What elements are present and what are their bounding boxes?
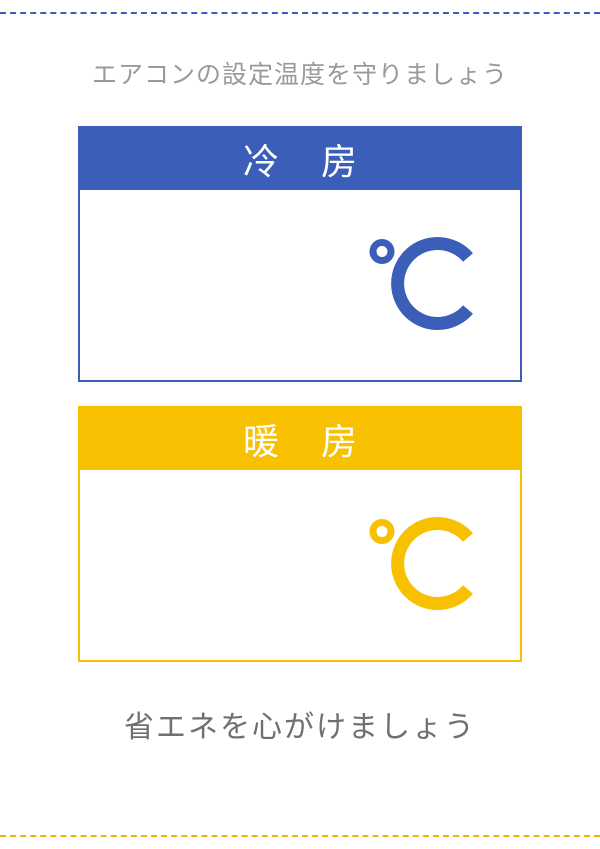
cooling-card: 冷 房	[78, 126, 522, 382]
celsius-icon	[364, 508, 484, 623]
celsius-icon	[364, 228, 484, 343]
heating-card-body	[80, 470, 520, 660]
heating-card: 暖 房	[78, 406, 522, 662]
heating-card-header: 暖 房	[80, 408, 520, 470]
page-heading: エアコンの設定温度を守りましょう	[92, 55, 508, 91]
cooling-card-body	[80, 190, 520, 380]
card-stack: 冷 房 暖 房	[78, 126, 522, 662]
bottom-divider	[0, 835, 600, 837]
cooling-card-header: 冷 房	[80, 128, 520, 190]
footer-message: 省エネを心がけましょう	[124, 702, 476, 746]
content-area: エアコンの設定温度を守りましょう 冷 房 暖 房	[0, 0, 600, 786]
top-divider	[0, 12, 600, 14]
